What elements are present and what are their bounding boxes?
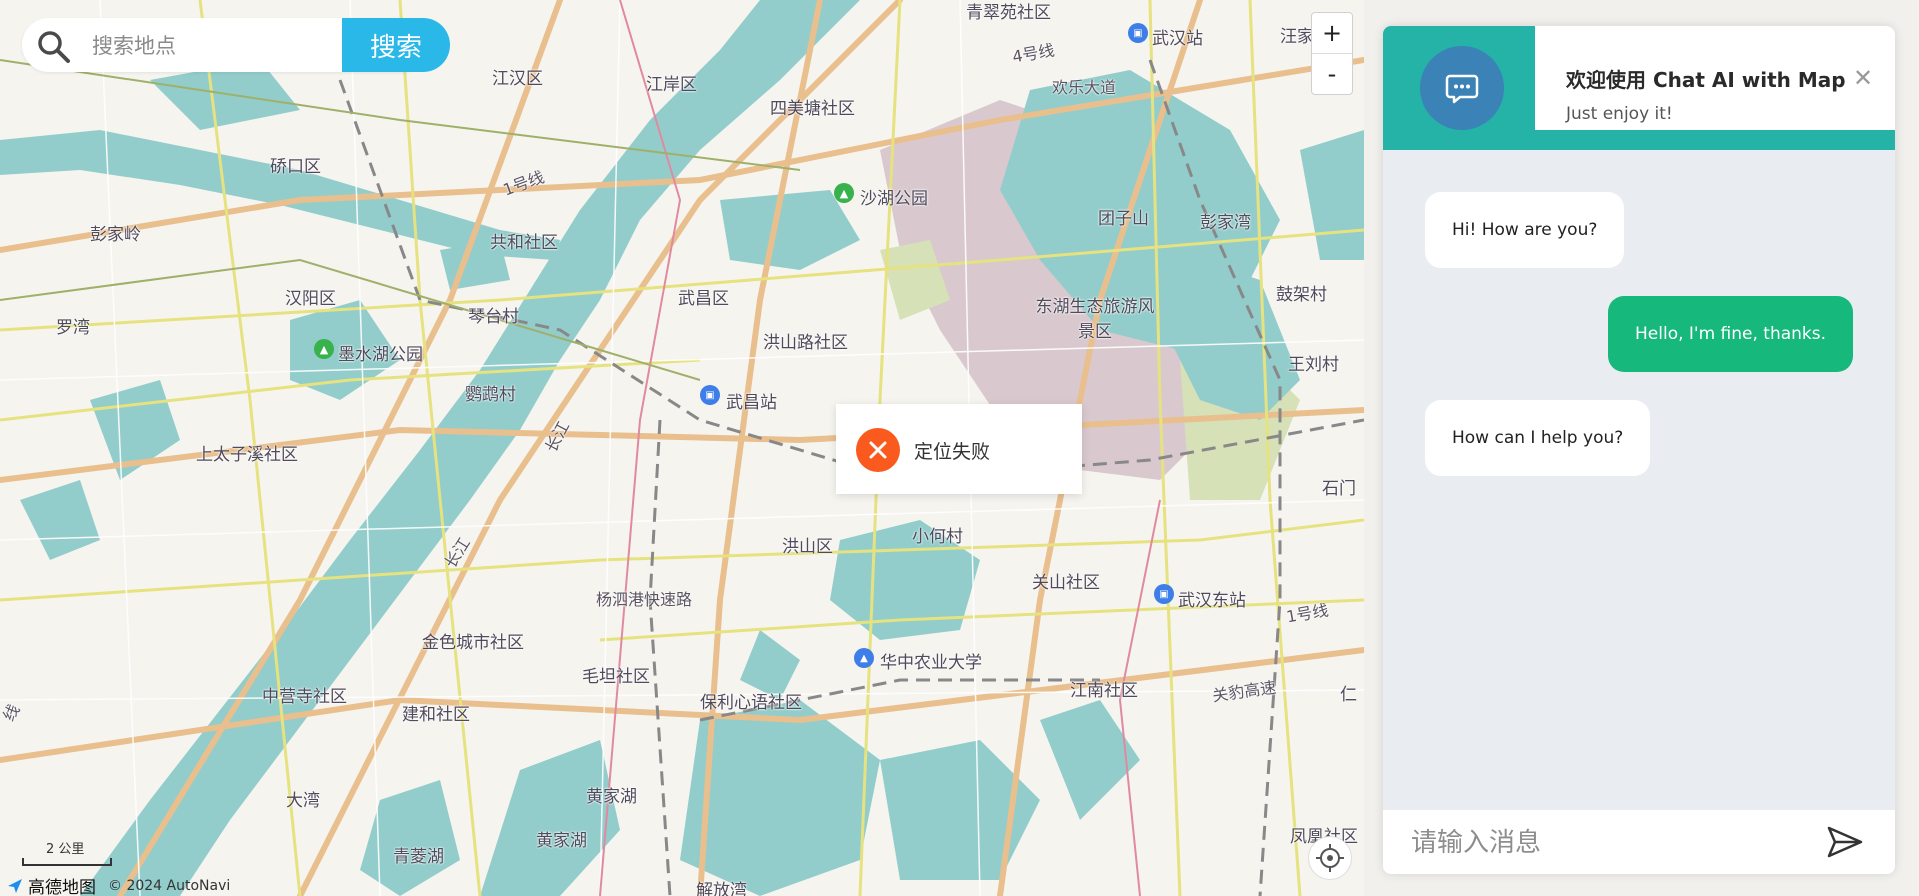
zoom-out-button[interactable]: -	[1312, 54, 1352, 94]
chat-avatar	[1420, 46, 1504, 130]
map-label: 共和社区	[490, 233, 558, 253]
map-label: 汪家	[1280, 27, 1314, 47]
search-icon	[38, 31, 70, 63]
station-pin-icon[interactable]: ▣	[700, 385, 720, 405]
map-label: 仁	[1340, 685, 1357, 705]
map-label: 武汉站	[1152, 29, 1203, 49]
message-input[interactable]	[1409, 824, 1793, 862]
brand-name: 高德地图	[28, 878, 96, 896]
map-label: 江岸区	[646, 75, 697, 95]
map-label: 毛坦社区	[582, 667, 650, 687]
map-label: 洪山路社区	[763, 333, 848, 353]
map-label: 团子山	[1098, 209, 1149, 229]
chat-title: 欢迎使用 Chat AI with Map	[1566, 68, 1846, 92]
map-label: 黄家湖	[586, 787, 637, 807]
map-label: 青翠苑社区	[966, 3, 1051, 23]
error-x-icon	[856, 428, 900, 472]
map-label: 鼓架村	[1276, 285, 1327, 305]
chat-header-card: 欢迎使用 Chat AI with Map Just enjoy it! ✕	[1535, 26, 1895, 130]
map-label: 黄家湖	[536, 831, 587, 851]
map-label: 汉阳区	[285, 289, 336, 309]
map-label: 四美塘社区	[770, 99, 855, 119]
search-input[interactable]	[90, 30, 334, 62]
bot-message: Hi! How are you?	[1425, 192, 1625, 268]
map-label: 王刘村	[1288, 355, 1339, 375]
map-view[interactable]: 江汉区 江岸区 四美塘社区 硚口区 彭家岭 共和社区 汉阳区 琴台村 罗湾 鹦鹉…	[0, 0, 1364, 896]
road-label: 杨泗港快速路	[596, 590, 693, 609]
map-label: 中营寺社区	[262, 687, 347, 707]
map-label: 大湾	[286, 791, 320, 811]
chat-subtitle: Just enjoy it!	[1566, 104, 1673, 124]
map-label: 青菱湖	[393, 847, 444, 867]
locate-button[interactable]	[1308, 836, 1352, 880]
map-label: 武昌区	[678, 289, 729, 309]
map-label: 保利心语社区	[700, 693, 802, 713]
location-error-toast: 定位失败	[836, 404, 1082, 494]
locate-icon	[1316, 844, 1344, 872]
map-label: 硚口区	[270, 157, 321, 177]
map-label: 江汉区	[492, 69, 543, 89]
station-pin-icon[interactable]: ▣	[1128, 23, 1148, 43]
map-label: 江南社区	[1070, 681, 1138, 701]
scale-label: 2 公里	[46, 842, 85, 857]
map-label: 彭家湾	[1200, 213, 1251, 233]
map-label: 沙湖公园	[860, 189, 928, 209]
amap-logo-icon	[8, 878, 22, 893]
map-label: 关山社区	[1032, 573, 1100, 593]
map-label: 琴台村	[468, 307, 519, 327]
bot-message: How can I help you?	[1425, 400, 1651, 476]
map-label: 上太子溪社区	[196, 445, 298, 465]
station-pin-icon[interactable]: ▣	[1154, 584, 1174, 604]
map-label: 鹦鹉村	[465, 385, 516, 405]
search-bar: 搜索	[22, 18, 450, 72]
map-label: 罗湾	[56, 318, 90, 338]
map-label: 小何村	[912, 527, 963, 547]
zoom-in-button[interactable]: +	[1312, 13, 1352, 54]
university-pin-icon[interactable]: ▲	[854, 648, 874, 668]
park-pin-icon[interactable]: ▲	[314, 339, 334, 359]
map-label: 墨水湖公园	[338, 345, 423, 365]
park-pin-icon[interactable]: ▲	[834, 183, 854, 203]
search-field-wrapper	[22, 18, 342, 72]
zoom-control: + -	[1311, 12, 1353, 95]
map-label: 武汉东站	[1178, 591, 1246, 611]
chat-panel: 欢迎使用 Chat AI with Map Just enjoy it! ✕ H…	[1383, 26, 1895, 874]
map-label: 金色城市社区	[422, 633, 524, 653]
map-attribution: 高德地图 © 2024 AutoNavi	[6, 873, 230, 896]
chat-header: 欢迎使用 Chat AI with Map Just enjoy it! ✕	[1383, 26, 1895, 150]
map-label: 建和社区	[402, 705, 470, 725]
map-label: 洪山区	[782, 537, 833, 557]
chat-input-bar	[1383, 810, 1895, 874]
copyright-text: © 2024 AutoNavi	[108, 877, 231, 894]
map-label: 武昌站	[726, 393, 777, 413]
map-label: 彭家岭	[90, 225, 141, 245]
map-label: 解放湾	[696, 881, 747, 896]
road-label: 欢乐大道	[1052, 78, 1117, 97]
map-scale: 2 公里	[22, 838, 112, 866]
chat-bubble-icon	[1445, 74, 1479, 104]
close-icon[interactable]: ✕	[1853, 64, 1873, 92]
toast-message: 定位失败	[914, 441, 991, 463]
map-label: 石门	[1322, 479, 1356, 499]
search-button[interactable]: 搜索	[342, 18, 450, 72]
user-message: Hello, I'm fine, thanks.	[1608, 296, 1854, 372]
scale-bar	[22, 858, 112, 866]
send-icon[interactable]	[1825, 822, 1865, 862]
map-label: 东湖生态旅游风景区	[1035, 297, 1155, 342]
map-label: 华中农业大学	[880, 653, 982, 673]
